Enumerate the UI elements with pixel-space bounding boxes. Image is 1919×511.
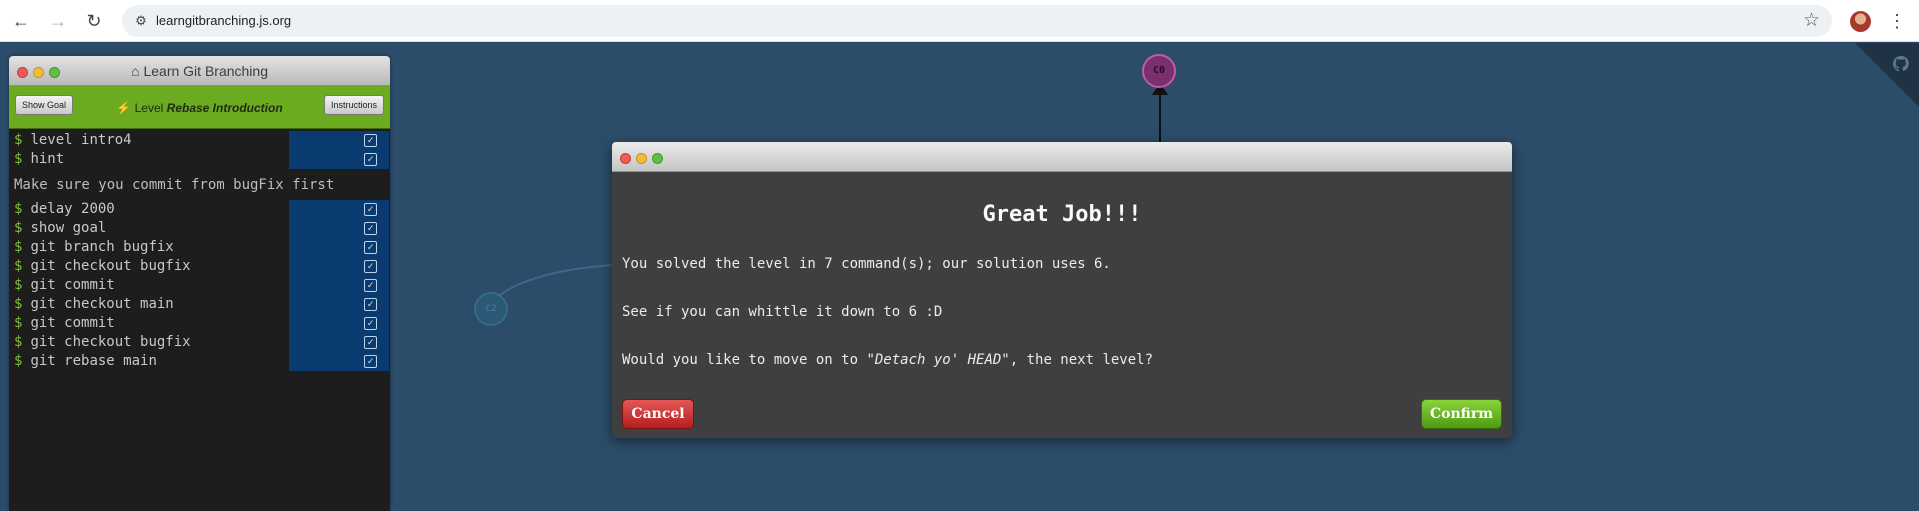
checkbox-icon: ✓ [364,260,377,273]
back-arrow-icon[interactable]: ← [9,9,33,33]
dialog-heading: Great Job!!! [982,202,1142,227]
maximize-dot-icon[interactable] [652,153,663,164]
dialog-titlebar [612,142,1512,172]
forward-arrow-icon[interactable]: → [46,9,70,33]
command-row: $ git branch bugfix ✓ [9,238,390,257]
home-icon: ⌂ [131,63,140,79]
level-prefix: Level [134,101,164,115]
command-text: git checkout main [30,296,174,312]
command-row: $ git rebase main ✓ [9,352,390,371]
checkbox-icon: ✓ [364,336,377,349]
bookmark-star-icon[interactable]: ☆ [1803,9,1820,32]
command-text: git rebase main [30,353,157,369]
site-info-icon[interactable]: ⚙ [132,12,150,30]
level-name: Rebase Introduction [166,101,283,115]
command-row: $ level intro4 ✓ [9,131,390,150]
command-text: show goal [30,220,107,236]
prompt-symbol: $ [14,132,23,148]
checkbox-icon: ✓ [364,317,377,330]
command-text: git checkout bugfix [30,258,191,274]
command-history: $ level intro4 ✓ $ hint ✓ Make sure you comm… [9,129,390,371]
prompt-symbol: $ [14,334,23,350]
bolt-icon: ⚡ [116,101,132,115]
command-row: $ git commit ✓ [9,314,390,333]
level-complete-dialog: Great Job!!! You solved the level in 7 c… [612,142,1512,438]
checkbox-icon: ✓ [364,298,377,311]
command-panel: ⌂ Learn Git Branching Show Goal ⚡ Level R… [9,56,390,511]
minimize-dot-icon[interactable] [636,153,647,164]
command-text: git branch bugfix [30,239,174,255]
prompt-symbol: $ [14,296,23,312]
solved-message: You solved the level in 7 command(s); ou… [622,256,1111,272]
browser-menu-icon[interactable]: ⋮ [1888,9,1906,33]
prompt-symbol: $ [14,258,23,274]
checkbox-icon: ✓ [364,279,377,292]
profile-avatar[interactable] [1850,11,1871,32]
hint-message: Make sure you commit from bugFix first [14,177,335,193]
confirm-button[interactable]: Confirm [1421,399,1502,429]
checkbox-icon: ✓ [364,134,377,147]
cancel-button[interactable]: Cancel [622,399,694,429]
command-row: $ hint ✓ [9,150,390,169]
command-row: $ git commit ✓ [9,276,390,295]
prompt-symbol: $ [14,353,23,369]
command-text: git checkout bugfix [30,334,191,350]
level-toolbar: Show Goal ⚡ Level Rebase Introduction In… [9,86,390,129]
prompt-symbol: $ [14,201,23,217]
checkbox-icon: ✓ [364,355,377,368]
prompt-symbol: $ [14,151,23,167]
panel-title-label: Learn Git Branching [143,63,268,79]
command-text: hint [30,151,65,167]
command-text: level intro4 [30,132,132,148]
window-controls [620,151,668,169]
next-level-name: "Detach yo' HEAD" [866,352,1010,368]
panel-title: ⌂ Learn Git Branching [9,63,390,79]
edge-faded [489,264,616,309]
commit-c0[interactable]: C0 [1142,54,1176,88]
url-text: learngitbranching.js.org [156,13,292,28]
browser-toolbar: ← → ↻ ⚙ learngitbranching.js.org ☆ ⋮ [0,0,1919,42]
checkbox-icon: ✓ [364,203,377,216]
checkbox-icon: ✓ [364,241,377,254]
prompt-symbol: $ [14,315,23,331]
close-dot-icon[interactable] [620,153,631,164]
checkbox-icon: ✓ [364,222,377,235]
checkbox-icon: ✓ [364,153,377,166]
instructions-button[interactable]: Instructions [323,95,384,115]
command-row: $ git checkout main ✓ [9,295,390,314]
panel-titlebar: ⌂ Learn Git Branching [9,56,390,86]
move-on-message: Would you like to move on to "Detach yo'… [622,352,1153,368]
command-row: $ show goal ✓ [9,219,390,238]
command-row: $ git checkout bugfix ✓ [9,333,390,352]
prompt-symbol: $ [14,239,23,255]
move-on-prefix: Would you like to move on to [622,352,867,368]
command-row: $ git checkout bugfix ✓ [9,257,390,276]
whittle-message: See if you can whittle it down to 6 :D [622,304,943,320]
commit-faded: C2 [474,292,508,326]
move-on-suffix: , the next level? [1009,352,1154,368]
command-text: git commit [30,315,115,331]
command-text: git commit [30,277,115,293]
reload-icon[interactable]: ↻ [82,9,106,33]
prompt-symbol: $ [14,277,23,293]
address-bar[interactable]: ⚙ learngitbranching.js.org ☆ [122,5,1832,37]
command-text: delay 2000 [30,201,115,217]
prompt-symbol: $ [14,220,23,236]
command-row: $ delay 2000 ✓ [9,200,390,219]
dialog-body: Great Job!!! You solved the level in 7 c… [612,172,1512,438]
